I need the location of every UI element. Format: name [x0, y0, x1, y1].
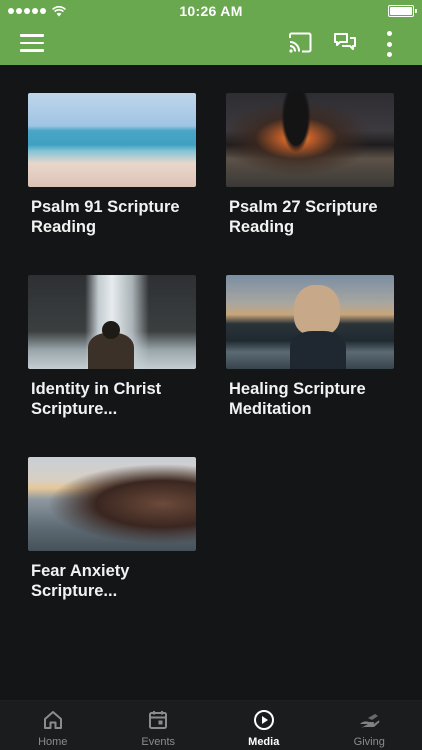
- calendar-icon: [149, 711, 168, 729]
- media-thumbnail[interactable]: [28, 93, 196, 187]
- media-thumbnail[interactable]: [28, 457, 196, 551]
- cast-icon[interactable]: [288, 32, 312, 54]
- media-thumbnail[interactable]: [28, 275, 196, 369]
- media-title[interactable]: Identity in Christ Scripture...: [28, 379, 196, 419]
- app-bar: [0, 22, 422, 65]
- nav-item-giving[interactable]: Giving: [317, 701, 422, 750]
- play-circle-icon: [253, 710, 274, 730]
- media-thumbnail[interactable]: [226, 93, 394, 187]
- media-thumbnail[interactable]: [226, 275, 394, 369]
- more-vertical-icon[interactable]: [383, 31, 395, 57]
- status-time: 10:26 AM: [179, 3, 243, 19]
- giving-hand-icon: [360, 714, 380, 728]
- home-icon: [43, 711, 62, 729]
- media-card[interactable]: Psalm 27 Scripture Reading: [226, 93, 394, 237]
- media-title[interactable]: Psalm 27 Scripture Reading: [226, 197, 394, 237]
- media-title[interactable]: Psalm 91 Scripture Reading: [28, 197, 196, 237]
- media-card[interactable]: Identity in Christ Scripture...: [28, 275, 196, 419]
- nav-label: Home: [38, 736, 68, 748]
- nav-label: Giving: [353, 736, 385, 748]
- menu-icon[interactable]: [20, 34, 44, 52]
- media-title[interactable]: Healing Scripture Meditation: [226, 379, 394, 419]
- nav-label: Media: [248, 736, 280, 748]
- nav-label: Events: [141, 736, 176, 748]
- status-bar: 10:26 AM: [0, 0, 422, 22]
- bottom-nav: Home Events Media Giving: [0, 700, 422, 750]
- nav-item-events[interactable]: Events: [106, 701, 212, 750]
- media-card[interactable]: Fear Anxiety Scripture...: [28, 457, 196, 601]
- nav-item-media[interactable]: Media: [211, 701, 317, 750]
- chat-icon[interactable]: [333, 31, 357, 55]
- media-card[interactable]: Psalm 91 Scripture Reading: [28, 93, 196, 237]
- battery-icon: [388, 5, 417, 17]
- media-title[interactable]: Fear Anxiety Scripture...: [28, 561, 196, 601]
- media-card[interactable]: Healing Scripture Meditation: [226, 275, 394, 419]
- nav-item-home[interactable]: Home: [0, 701, 106, 750]
